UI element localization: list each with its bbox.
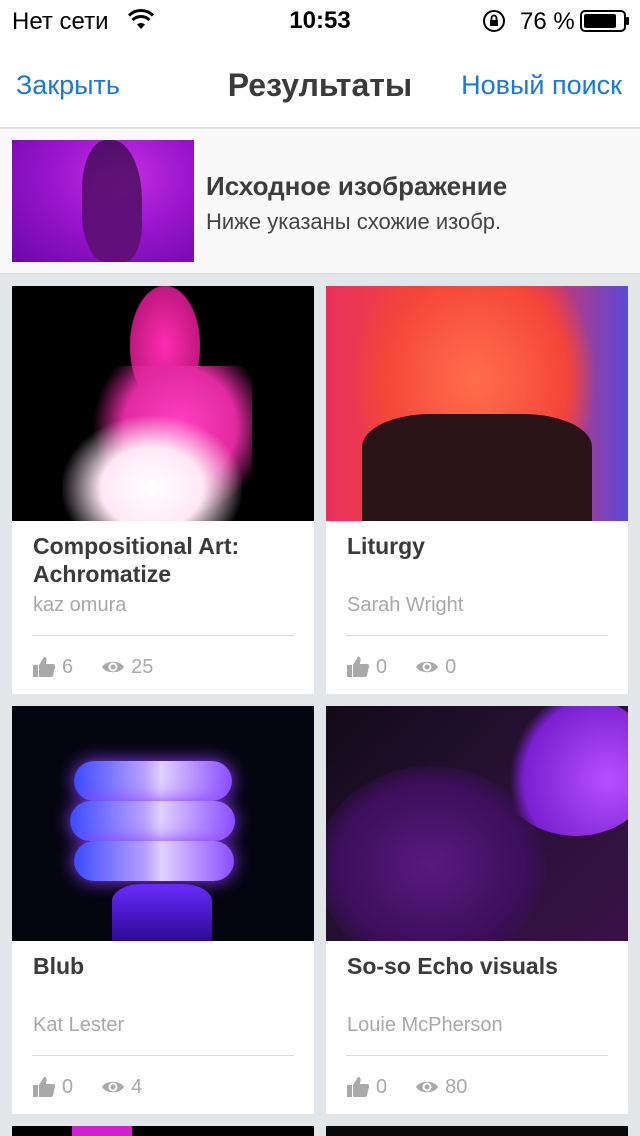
source-image-figure — [82, 140, 142, 262]
source-image-thumbnail[interactable] — [12, 140, 194, 262]
eye-icon — [102, 1081, 125, 1093]
status-bar: Нет сети 10:53 76 % — [0, 0, 640, 40]
image-shape — [74, 761, 232, 801]
eye-icon — [416, 1081, 439, 1093]
result-card[interactable]: Liturgy Sarah Wright 0 0 — [326, 286, 628, 694]
result-title[interactable]: Compositional Art: Achromatize — [33, 532, 303, 588]
likes-count: 0 — [376, 655, 388, 678]
battery-percent: 76 % — [520, 8, 575, 35]
result-card[interactable]: So-so Echo visuals Louie McPherson 0 80 — [326, 706, 628, 1114]
result-title[interactable]: Blub — [33, 952, 303, 980]
result-author[interactable]: kaz omura — [33, 594, 126, 617]
card-divider — [32, 1055, 294, 1056]
source-heading: Исходное изображение — [206, 171, 508, 201]
battery-icon — [580, 10, 629, 32]
result-stats: 0 4 — [32, 1073, 170, 1101]
result-author[interactable]: Kat Lester — [33, 1014, 124, 1037]
orientation-lock-icon — [483, 10, 505, 32]
result-stats: 6 25 — [32, 653, 181, 681]
result-title[interactable]: Liturgy — [347, 532, 617, 560]
result-image[interactable] — [326, 706, 628, 941]
result-image[interactable] — [12, 286, 314, 521]
thumbs-up-icon[interactable] — [346, 1076, 370, 1098]
card-divider — [346, 1055, 608, 1056]
result-card-partial[interactable] — [12, 1126, 314, 1136]
result-stats: 0 80 — [346, 1073, 495, 1101]
result-image[interactable] — [326, 286, 628, 521]
screen: Нет сети 10:53 76 % Закрыть Результаты Н… — [0, 0, 640, 1136]
result-card[interactable]: Blub Kat Lester 0 4 — [12, 706, 314, 1114]
result-image[interactable] — [12, 706, 314, 941]
image-shape — [362, 414, 592, 521]
card-divider — [346, 635, 608, 636]
source-image-header: Исходное изображение Ниже указаны схожие… — [0, 129, 640, 274]
image-shape — [112, 884, 212, 941]
views-count: 25 — [131, 655, 154, 678]
navigation-bar: Закрыть Результаты Новый поиск — [0, 40, 640, 128]
views-count: 0 — [445, 655, 457, 678]
result-card-partial[interactable] — [326, 1126, 628, 1136]
image-shape — [72, 1126, 132, 1136]
close-button[interactable]: Закрыть — [16, 70, 120, 101]
views-count: 80 — [445, 1075, 468, 1098]
thumbs-up-icon[interactable] — [346, 656, 370, 678]
likes-count: 0 — [376, 1075, 388, 1098]
image-shape — [62, 416, 242, 521]
result-author[interactable]: Sarah Wright — [347, 594, 463, 617]
image-shape — [70, 801, 235, 841]
result-card[interactable]: Compositional Art: Achromatize kaz omura… — [12, 286, 314, 694]
result-title[interactable]: So-so Echo visuals — [347, 952, 617, 980]
eye-icon — [102, 661, 125, 673]
views-count: 4 — [131, 1075, 143, 1098]
likes-count: 6 — [62, 655, 74, 678]
thumbs-up-icon[interactable] — [32, 656, 56, 678]
likes-count: 0 — [62, 1075, 74, 1098]
source-subheading: Ниже указаны схожие изобр. — [206, 209, 502, 234]
image-shape — [74, 841, 234, 881]
result-stats: 0 0 — [346, 653, 484, 681]
eye-icon — [416, 661, 439, 673]
card-divider — [32, 635, 294, 636]
result-author[interactable]: Louie McPherson — [347, 1014, 503, 1037]
thumbs-up-icon[interactable] — [32, 1076, 56, 1098]
new-search-button[interactable]: Новый поиск — [461, 70, 622, 101]
